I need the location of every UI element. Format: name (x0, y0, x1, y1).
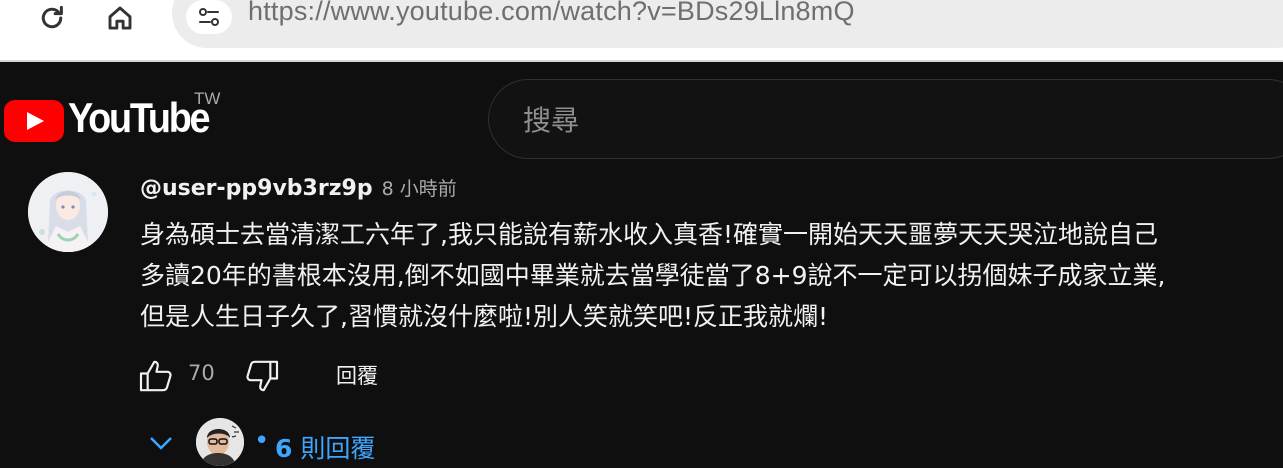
region-code: TW (194, 89, 221, 108)
replies-count: 6 (275, 434, 293, 463)
reload-icon[interactable] (32, 0, 72, 36)
thumbs-down-icon (246, 360, 279, 392)
browser-toolbar: https://www.youtube.com/watch?v=BDs29Lln… (0, 0, 1283, 62)
comment-body: 身為碩士去當清潔工六年了,我只能說有薪水收入真香!確實一開始天天噩夢天天哭泣地說… (140, 214, 1280, 337)
thumbs-up-icon (139, 360, 172, 392)
youtube-logo[interactable]: YouTube TW (4, 89, 244, 148)
search-bar[interactable] (488, 79, 1283, 159)
like-button[interactable] (134, 354, 178, 398)
reply-author-avatar (196, 418, 244, 466)
like-count: 70 (188, 361, 215, 385)
play-logo-icon (4, 100, 64, 142)
separator-dot: • (254, 426, 270, 456)
url-host: https://www.youtube.com (248, 0, 553, 26)
comment-line: 多讀20年的書根本沒用,倒不如國中畢業就去當學徒當了8+9說不一定可以拐個妹子成… (140, 261, 1166, 290)
comment-line: 身為碩士去當清潔工六年了,我只能說有薪水收入真香!確實一開始天天噩夢天天哭泣地說… (140, 220, 1158, 249)
toolbar-divider (0, 60, 1283, 62)
home-icon[interactable] (100, 0, 140, 36)
reply-button[interactable]: 回覆 (336, 360, 378, 390)
logo-wordmark: YouTube (68, 94, 211, 141)
commenter-avatar[interactable] (28, 172, 108, 252)
url-text[interactable]: https://www.youtube.com/watch?v=BDs29Lln… (248, 0, 855, 27)
site-info-icon[interactable] (186, 0, 232, 34)
chevron-down-icon (150, 437, 172, 450)
replies-label: 6 則回覆 (275, 429, 375, 465)
comment-author[interactable]: @user-pp9vb3rz9p (140, 176, 373, 201)
comment-line: 但是人生日子久了,習慣就沒什麼啦!別人笑就笑吧!反正我就爛! (140, 302, 829, 331)
comment-time[interactable]: 8 小時前 (382, 174, 457, 201)
search-input[interactable] (523, 100, 1223, 140)
dislike-button[interactable] (240, 354, 284, 398)
view-replies-button[interactable]: • 6 則回覆 (140, 416, 440, 468)
replies-suffix: 則回覆 (300, 434, 376, 463)
url-path: /watch?v=BDs29Lln8mQ (552, 0, 855, 26)
comment-header: @user-pp9vb3rz9p 8 小時前 (140, 174, 457, 201)
